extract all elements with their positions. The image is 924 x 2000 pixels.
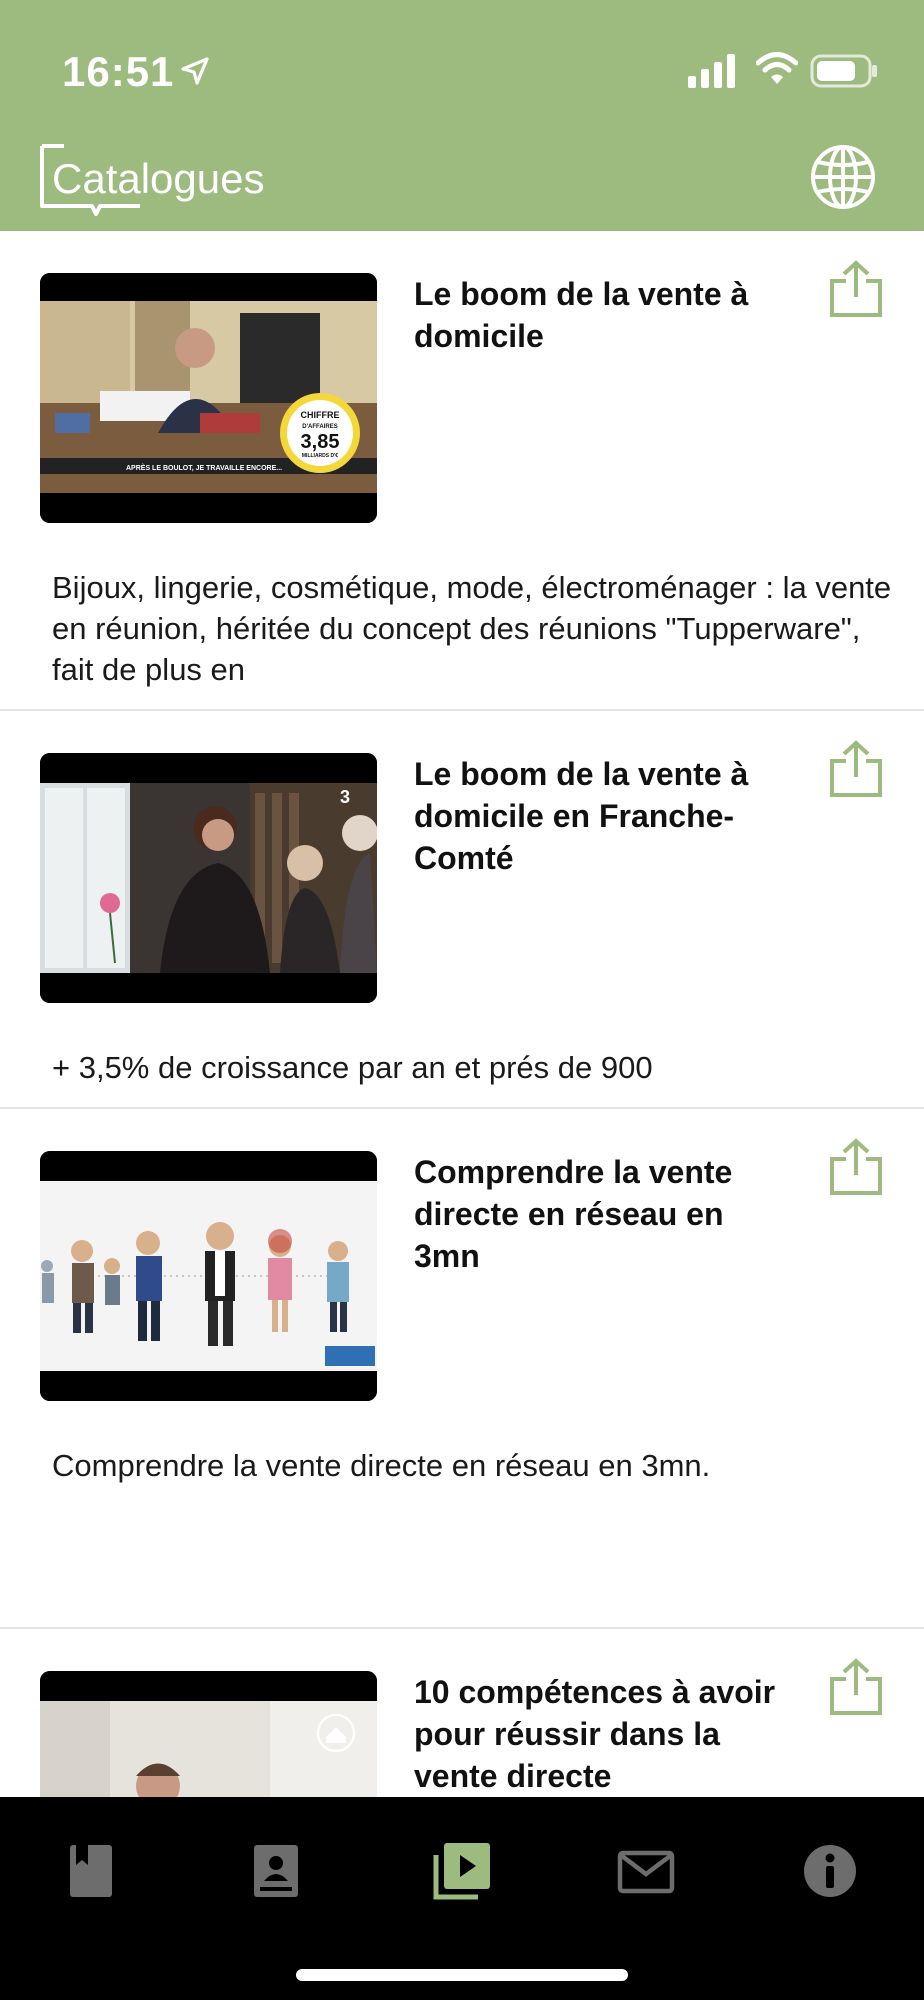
item-description: Bijoux, lingerie, cosmétique, mode, élec… [52,570,892,687]
badge-line1: CHIFFRE [301,410,340,420]
item-title[interactable]: Comprendre la vente directe en réseau en… [414,1151,794,1277]
book-icon[interactable] [62,1841,122,1901]
video-library-icon[interactable] [432,1841,492,1901]
contact-book-icon[interactable] [246,1841,306,1901]
header-title: Catalogues [52,155,265,202]
list-item[interactable]: Comprendre la vente directe en réseau en… [0,1109,924,1629]
share-icon[interactable] [828,1137,884,1197]
item-description: Comprendre la vente directe en réseau en… [52,1448,711,1483]
video-thumbnail[interactable] [40,1151,377,1401]
thumbnail-caption: APRÈS LE BOULOT, JE TRAVAILLE ENCORE... [126,463,282,472]
item-description: + 3,5% de croissance par an et prés de 9… [52,1050,653,1085]
channel-logo: 3 [340,787,350,807]
header-bar: 16:51 Catalogues [0,0,924,231]
location-arrow-icon [181,57,209,85]
info-icon[interactable] [800,1841,860,1901]
battery-icon [810,54,877,88]
thumbnail-image: CHIFFRE D'AFFAIRES 3,85 MILLIARDS D'€ AP… [40,273,377,523]
share-icon[interactable] [828,259,884,319]
list-item[interactable]: 10 compétences à avoir pour réussir dans… [0,1629,924,1797]
thumbnail-image [40,1151,377,1401]
badge-line3: MILLIARDS D'€ [302,453,338,459]
item-title[interactable]: 10 compétences à avoir pour réussir dans… [414,1671,794,1797]
home-indicator [296,1969,628,1981]
list-item[interactable]: CHIFFRE D'AFFAIRES 3,85 MILLIARDS D'€ AP… [0,231,924,711]
video-thumbnail[interactable]: 3 [40,753,377,1003]
share-icon[interactable] [828,739,884,799]
list-item[interactable]: 3 Le boom de la vente à domicile en Fran… [0,711,924,1109]
status-time: 16:51 [62,48,175,95]
wifi-icon [756,52,798,84]
badge-line2: D'AFFAIRES [302,424,337,430]
video-thumbnail[interactable] [40,1671,377,1797]
video-thumbnail[interactable]: CHIFFRE D'AFFAIRES 3,85 MILLIARDS D'€ AP… [40,273,377,523]
item-title[interactable]: Le boom de la vente à domicile en Franch… [414,753,794,879]
badge-value: 3,85 [301,431,340,453]
mail-icon[interactable] [616,1841,676,1901]
share-icon[interactable] [828,1657,884,1717]
globe-icon[interactable] [808,142,878,212]
thumbnail-image: 3 [40,753,377,1003]
item-title[interactable]: Le boom de la vente à domicile [414,273,794,357]
signal-icon [688,54,735,88]
thumbnail-image [40,1671,377,1797]
